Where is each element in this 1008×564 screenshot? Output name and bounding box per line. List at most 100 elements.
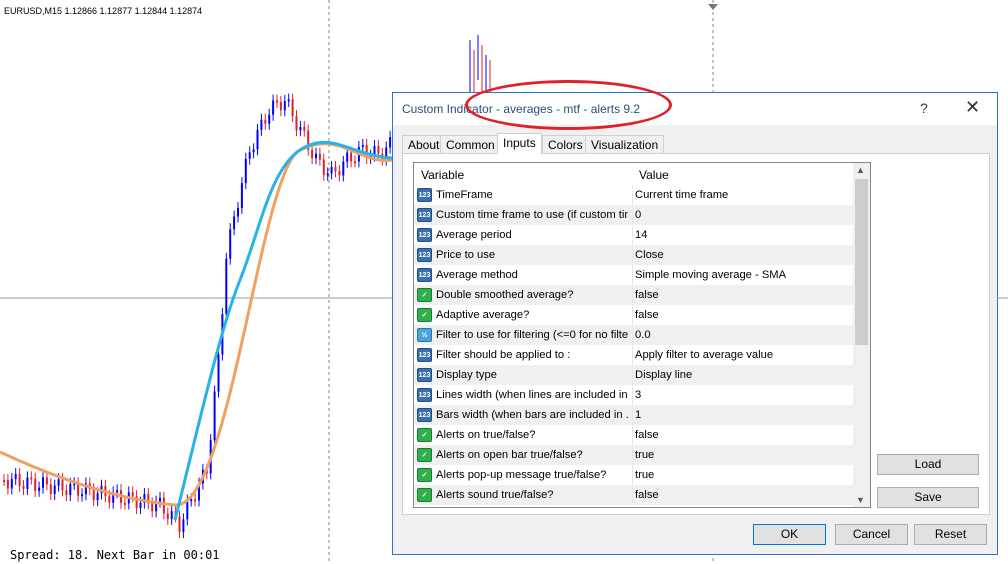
column-separator	[632, 465, 633, 485]
custom-indicator-dialog: Custom Indicator - averages - mtf - aler…	[392, 92, 998, 555]
candle-body	[287, 99, 290, 102]
input-row[interactable]: 123 Price to use Close	[414, 245, 853, 265]
candle-body	[295, 116, 298, 131]
candle-body	[166, 513, 169, 520]
close-icon[interactable]: ✕	[965, 97, 980, 118]
input-row[interactable]: 123 Average period 14	[414, 225, 853, 245]
input-value[interactable]: 14	[635, 229, 647, 241]
cancel-button[interactable]: Cancel	[835, 524, 908, 545]
input-value[interactable]: Close	[635, 249, 664, 261]
column-separator	[632, 265, 633, 285]
candle-body	[123, 502, 126, 505]
candle-body	[38, 487, 41, 491]
integer-type-icon: 123	[417, 228, 432, 242]
input-variable-name: Bars width (when bars are included in ..…	[436, 409, 628, 421]
column-separator	[632, 285, 633, 305]
save-button[interactable]: Save	[877, 487, 979, 508]
candle-body	[248, 152, 251, 159]
candle-body	[252, 149, 255, 153]
tab-about[interactable]: About	[402, 135, 446, 153]
input-value[interactable]: 0.0	[635, 329, 651, 341]
boolean-type-icon: ✓	[417, 448, 432, 462]
ok-button[interactable]: OK	[753, 524, 826, 545]
integer-type-icon: 123	[417, 268, 432, 282]
input-variable-name: Average method	[436, 269, 518, 281]
tab-visualization[interactable]: Visualization	[585, 135, 665, 153]
candle-body	[81, 494, 83, 497]
candle-body	[182, 519, 185, 533]
input-value[interactable]: false	[635, 429, 659, 441]
tab-colors[interactable]: Colors	[542, 135, 589, 153]
candle-body	[260, 119, 263, 130]
candle-body	[131, 492, 134, 497]
input-row[interactable]: 123 Bars width (when bars are included in…	[414, 405, 853, 425]
input-row[interactable]: ½ Filter to use for filtering (<=0 for no…	[414, 325, 853, 345]
inputs-panel: Variable Value 123 TimeFrame Current time …	[402, 153, 990, 515]
input-value[interactable]: 1	[635, 409, 641, 421]
slow-average-line	[0, 142, 393, 507]
column-separator	[632, 405, 633, 425]
input-row[interactable]: ✓ Alerts sound true/false? false	[414, 485, 853, 505]
candle-body	[311, 149, 314, 159]
candle-body	[42, 477, 44, 488]
input-value[interactable]: false	[635, 309, 659, 321]
input-row[interactable]: 123 Filter should be applied to : Apply fi…	[414, 345, 853, 365]
column-separator	[632, 365, 633, 385]
input-row[interactable]: ✓ Double smoothed average? false	[414, 285, 853, 305]
input-row[interactable]: ✓ Alerts pop-up message true/false? true	[414, 465, 853, 485]
input-value[interactable]: true	[635, 449, 654, 461]
boolean-type-icon: ✓	[417, 308, 432, 322]
input-value[interactable]: false	[635, 489, 659, 501]
candle-body	[291, 99, 294, 117]
column-separator	[632, 345, 633, 365]
column-header-variable[interactable]: Variable	[421, 168, 464, 182]
input-variable-name: Price to use	[436, 249, 496, 261]
input-row[interactable]: 123 Custom time frame to use (if custom t…	[414, 205, 853, 225]
tab-inputs[interactable]: Inputs	[497, 133, 542, 154]
input-value[interactable]: Simple moving average - SMA	[635, 269, 786, 281]
candle-body	[96, 493, 99, 501]
integer-type-icon: 123	[417, 408, 432, 422]
input-row[interactable]: ✓ Alerts on open bar true/false? true	[414, 445, 853, 465]
input-row[interactable]: 123 TimeFrame Current time frame	[414, 185, 853, 205]
load-button[interactable]: Load	[877, 454, 979, 475]
scroll-up-icon[interactable]: ▲	[856, 165, 865, 175]
tab-common[interactable]: Common	[440, 135, 501, 153]
input-row[interactable]: 123 Average method Simple moving average -…	[414, 265, 853, 285]
grid-scrollbar[interactable]: ▲ ▼	[853, 163, 870, 507]
input-variable-name: Display type	[436, 369, 497, 381]
input-row[interactable]: ✓ Alerts on true/false? false	[414, 425, 853, 445]
candle-body	[10, 478, 13, 489]
grid-header: Variable Value	[414, 163, 854, 185]
column-header-value[interactable]: Value	[639, 168, 669, 182]
input-value[interactable]: true	[635, 469, 654, 481]
input-row[interactable]: 123 Display type Display line	[414, 365, 853, 385]
input-row[interactable]: 123 Lines width (when lines are included …	[414, 385, 853, 405]
help-icon[interactable]: ?	[920, 100, 928, 116]
input-value[interactable]: Display line	[635, 369, 692, 381]
input-row[interactable]: ✓ Adaptive average? false	[414, 305, 853, 325]
scroll-down-icon[interactable]: ▼	[856, 495, 865, 505]
input-value[interactable]: false	[635, 289, 659, 301]
candle-body	[151, 503, 154, 512]
integer-type-icon: 123	[417, 348, 432, 362]
boolean-type-icon: ✓	[417, 488, 432, 502]
dialog-titlebar[interactable]: Custom Indicator - averages - mtf - aler…	[393, 93, 997, 125]
candle-body	[3, 480, 5, 482]
input-variable-name: Average period	[436, 229, 512, 241]
candle-body	[213, 391, 216, 441]
column-separator	[632, 245, 633, 265]
candle-body	[322, 159, 325, 175]
input-value[interactable]: 3	[635, 389, 641, 401]
scroll-thumb[interactable]	[855, 179, 868, 345]
input-variable-name: Alerts on true/false?	[436, 429, 536, 441]
input-value[interactable]: Apply filter to average value	[635, 349, 773, 361]
candle-body	[256, 129, 259, 150]
reset-button[interactable]: Reset	[914, 524, 987, 545]
candle-body	[303, 126, 306, 131]
input-value[interactable]: 0	[635, 209, 641, 221]
candle-body	[350, 152, 353, 162]
candle-body	[6, 480, 9, 489]
candle-body	[334, 167, 337, 172]
input-value[interactable]: Current time frame	[635, 189, 728, 201]
